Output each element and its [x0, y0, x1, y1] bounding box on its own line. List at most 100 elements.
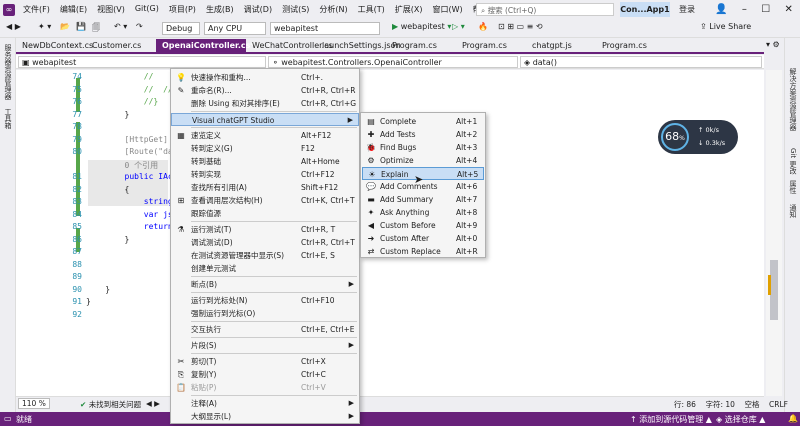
performance-widget[interactable]: 68% ↑ 0k/s ↓ 0.3k/s	[658, 120, 738, 154]
notification-bell-icon[interactable]: 🔔	[788, 414, 798, 423]
minimize-icon[interactable]: –	[742, 4, 747, 15]
save-icon[interactable]: 💾	[76, 22, 86, 31]
toolbox-tab[interactable]: 工具箱	[3, 108, 13, 129]
submenu-item-custom-before[interactable]: ◀ Custom Before Alt+9	[362, 219, 484, 232]
context-menu-item[interactable]: ⚗ 运行测试(T) Ctrl+R, T	[171, 223, 359, 236]
class-nav-combo[interactable]: ⚬ webapitest.Controllers.OpenaiControlle…	[268, 56, 518, 68]
tab-wechatcontroller-cs[interactable]: WeChatController.cs	[246, 39, 333, 52]
code-line[interactable]: }	[86, 110, 130, 119]
context-menu-item[interactable]: 片段(S) ▶	[171, 339, 359, 352]
context-menu-item[interactable]: 创建单元测试	[171, 262, 359, 275]
context-menu-item[interactable]: ✎ 重命名(R)... Ctrl+R, Ctrl+R	[171, 84, 359, 97]
start-without-debug-icon[interactable]: ▷ ▾	[452, 22, 465, 31]
submenu-item-optimize[interactable]: ⚙ Optimize Alt+4	[362, 154, 484, 167]
code-line[interactable]: }	[86, 235, 130, 244]
tab-newdbcontext-cs[interactable]: NewDbContext.cs	[16, 39, 93, 52]
code-line[interactable]: // re	[86, 72, 183, 81]
context-menu-item[interactable]: 跟踪值源	[171, 207, 359, 220]
menu-item[interactable]: 编辑(E)	[55, 4, 92, 15]
solution-explorer-tab[interactable]: 解决方案资源管理器	[788, 68, 798, 131]
menu-item[interactable]: 窗口(W)	[428, 4, 468, 15]
menu-item[interactable]: 测试(S)	[277, 4, 314, 15]
back-icon[interactable]: ◀ ▶	[6, 22, 21, 31]
new-item-icon[interactable]: ✦ ▾	[38, 22, 51, 31]
member-nav-combo[interactable]: ◈ data()	[520, 56, 762, 68]
editor-scrollbar[interactable]	[766, 70, 782, 396]
startup-project-combo[interactable]: webapitest	[270, 22, 380, 35]
select-repo[interactable]: ◈ 选择仓库 ▲	[716, 414, 765, 425]
zoom-combo[interactable]: 110 %	[18, 398, 50, 409]
live-share-button[interactable]: ⇪ Live Share	[700, 22, 751, 31]
close-icon[interactable]: ✕	[784, 4, 792, 15]
submenu-item-custom-replace[interactable]: ⇄ Custom Replace Alt+R	[362, 245, 484, 258]
code-line[interactable]: var json	[86, 210, 183, 219]
submenu-item-add-tests[interactable]: ✚ Add Tests Alt+2	[362, 128, 484, 141]
context-menu-item[interactable]: ⎘ 复制(Y) Ctrl+C	[171, 368, 359, 381]
context-menu-item[interactable]: 运行到光标处(N) Ctrl+F10	[171, 294, 359, 307]
context-menu-item[interactable]: 转到基础 Alt+Home	[171, 155, 359, 168]
notifications-tab[interactable]: 通知	[788, 204, 798, 218]
tab-program-cs[interactable]: Program.cs	[596, 39, 666, 52]
context-menu-item[interactable]: 注释(A) ▶	[171, 397, 359, 410]
submenu-item-custom-after[interactable]: ➜ Custom After Alt+0	[362, 232, 484, 245]
menu-item[interactable]: 生成(B)	[201, 4, 239, 15]
code-line[interactable]: return C	[86, 222, 183, 231]
code-line[interactable]: 0 个引用	[86, 160, 159, 171]
code-line[interactable]: [Route("data	[86, 147, 183, 156]
code-line[interactable]: public IActi	[86, 172, 183, 181]
maximize-icon[interactable]: ☐	[761, 4, 770, 15]
context-menu-item[interactable]: 大纲显示(L) ▶	[171, 410, 359, 423]
undo-icon[interactable]: ↶ ▾	[114, 22, 127, 31]
project-nav-combo[interactable]: ▣ webapitest	[18, 56, 266, 68]
submenu-item-add-summary[interactable]: ▬ Add Summary Alt+7	[362, 193, 484, 206]
menu-item[interactable]: 项目(P)	[164, 4, 201, 15]
context-menu-item[interactable]: 断点(B) ▶	[171, 278, 359, 291]
hot-reload-icon[interactable]: 🔥	[478, 22, 488, 31]
menu-item[interactable]: 文件(F)	[18, 4, 55, 15]
context-menu-item[interactable]: 💡 快速操作和重构... Ctrl+.	[171, 71, 359, 84]
toolbar-icons[interactable]: ⊡ ⊞ ▭ ≡ ⟲	[498, 22, 543, 31]
context-menu-item[interactable]: 删除 Using 和对其排序(E) Ctrl+R, Ctrl+G	[171, 97, 359, 110]
code-line[interactable]: {	[86, 185, 130, 194]
menu-item[interactable]: 分析(N)	[314, 4, 352, 15]
tab-openaicontroller-cs-[interactable]: OpenaiController.cs* ⊸ ✕	[156, 39, 274, 52]
context-menu-item[interactable]: 交互执行 Ctrl+E, Ctrl+E	[171, 323, 359, 336]
tab-overflow-icon[interactable]: ▾ ⚙	[766, 40, 780, 49]
submenu-item-complete[interactable]: ▤ Complete Alt+1	[362, 115, 484, 128]
redo-icon[interactable]: ↷	[136, 22, 143, 31]
save-all-icon[interactable]: 🗐	[92, 22, 100, 36]
open-icon[interactable]: 📂	[60, 22, 70, 31]
context-menu-item[interactable]: 查找所有引用(A) Shift+F12	[171, 181, 359, 194]
search-box[interactable]: ⌕ 搜索 (Ctrl+Q)	[476, 3, 614, 16]
menu-item[interactable]: 调试(D)	[239, 4, 277, 15]
code-line[interactable]: [HttpGet]	[86, 135, 168, 144]
submenu-item-find-bugs[interactable]: 🐞 Find Bugs Alt+3	[362, 141, 484, 154]
code-line[interactable]: string k	[86, 197, 183, 206]
config-combo[interactable]: Debug	[162, 22, 200, 35]
tab-chatgpt-js[interactable]: chatgpt.js	[526, 39, 596, 52]
code-line[interactable]: //}	[86, 97, 158, 106]
context-menu-item[interactable]: ✂ 剪切(T) Ctrl+X	[171, 355, 359, 368]
menu-item[interactable]: 扩展(X)	[390, 4, 428, 15]
context-menu-item[interactable]: 转到实现 Ctrl+F12	[171, 168, 359, 181]
tab-program-cs[interactable]: Program.cs	[456, 39, 526, 52]
submenu-item-ask-anything[interactable]: ✦ Ask Anything Alt+8	[362, 206, 484, 219]
context-menu-item[interactable]: ⊞ 查看调用层次结构(H) Ctrl+K, Ctrl+T	[171, 194, 359, 207]
context-menu-item[interactable]: 调试测试(D) Ctrl+R, Ctrl+T	[171, 236, 359, 249]
git-changes-tab[interactable]: Git 更改	[788, 148, 798, 174]
tab-launchsettings-json[interactable]: launchSettings.json	[316, 39, 400, 52]
code-line[interactable]: // //	[86, 85, 173, 94]
context-menu-item[interactable]: 在测试资源管理器中显示(S) Ctrl+E, S	[171, 249, 359, 262]
context-menu-item[interactable]: 强制运行到光标(O)	[171, 307, 359, 320]
menu-item[interactable]: 视图(V)	[92, 4, 130, 15]
context-menu-item[interactable]: 📋 粘贴(P) Ctrl+V	[171, 381, 359, 394]
tab-customer-cs[interactable]: Customer.cs	[86, 39, 156, 52]
login-link[interactable]: 登录	[679, 4, 695, 15]
code-line[interactable]: }	[86, 285, 110, 294]
platform-combo[interactable]: Any CPU	[204, 22, 266, 35]
account-icon[interactable]: 👤	[715, 4, 727, 15]
context-menu-item[interactable]: Visual chatGPT Studio ▶	[171, 113, 359, 126]
issues-indicator[interactable]: ✔ 未找到相关问题	[80, 399, 141, 410]
context-menu-item[interactable]: ▦ 速览定义 Alt+F12	[171, 129, 359, 142]
menu-item[interactable]: Git(G)	[130, 4, 164, 15]
